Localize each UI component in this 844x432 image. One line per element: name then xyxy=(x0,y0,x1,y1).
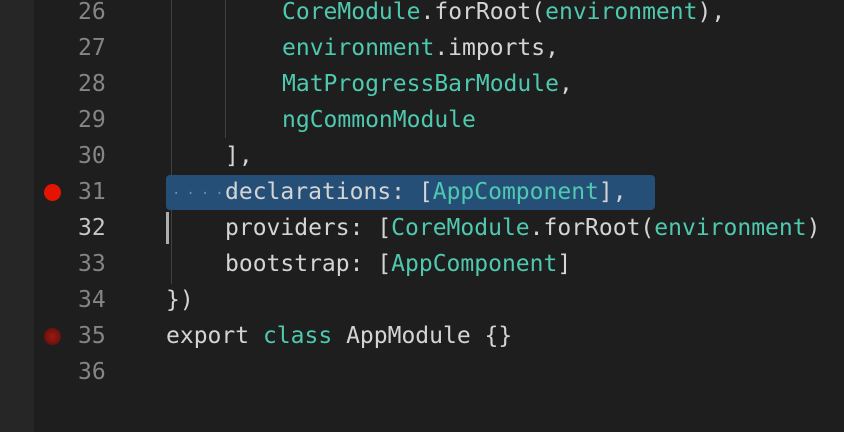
code-token: ], xyxy=(225,143,253,169)
code-text[interactable]: }) xyxy=(166,282,194,318)
code-line-28[interactable]: 28 MatProgressBarModule, xyxy=(0,66,844,102)
code-token: ) xyxy=(806,215,821,241)
code-token: providers xyxy=(225,215,350,241)
code-line-35[interactable]: 35 export class AppModule {} xyxy=(0,318,844,354)
code-token: ], xyxy=(598,179,627,205)
line-number: 36 xyxy=(78,359,106,385)
code-token: ngCommonModule xyxy=(282,107,476,133)
line-number: 26 xyxy=(78,0,106,25)
code-token: export xyxy=(166,323,250,349)
code-line-26[interactable]: 26 CoreModule.forRoot(environment), xyxy=(0,0,844,30)
code-token: environment xyxy=(654,215,807,241)
code-token: ( xyxy=(531,0,546,25)
code-token: AppModule xyxy=(346,323,471,349)
code-token: class xyxy=(262,323,333,349)
code-line-29[interactable]: 29 ngCommonModule xyxy=(0,102,844,138)
line-number: 34 xyxy=(78,287,106,313)
code-token: : [ xyxy=(349,251,392,277)
code-text[interactable]: providers: [CoreModule.forRoot(environme… xyxy=(225,210,820,246)
code-text[interactable]: MatProgressBarModule, xyxy=(282,66,573,102)
breakpoint-icon[interactable] xyxy=(44,328,61,345)
code-token: , xyxy=(558,71,573,97)
code-line-31[interactable]: 31 declarations: [AppComponent], xyxy=(0,174,844,210)
code-line-36[interactable]: 36 xyxy=(0,354,844,390)
code-token: AppComponent xyxy=(391,251,558,277)
code-token: ] xyxy=(557,251,572,277)
code-token: .imports, xyxy=(434,35,559,61)
code-token: CoreModule xyxy=(282,0,421,25)
code-text[interactable]: ], xyxy=(225,138,253,174)
code-line-30[interactable]: 30], xyxy=(0,138,844,174)
code-token: forRoot xyxy=(434,0,532,25)
line-number: 33 xyxy=(78,251,106,277)
code-line-27[interactable]: 27 environment.imports, xyxy=(0,30,844,66)
code-token: CoreModule xyxy=(391,215,530,241)
code-editor[interactable]: ······ 26 CoreModule.forRoot(environment)… xyxy=(0,0,844,432)
code-token: AppComponent xyxy=(432,179,599,205)
code-token: environment xyxy=(282,35,435,61)
line-number: 31 xyxy=(78,179,106,205)
code-line-32[interactable]: 32 providers: [CoreModule.forRoot(environ… xyxy=(0,210,844,246)
code-line-33[interactable]: 33 bootstrap: [AppComponent] xyxy=(0,246,844,282)
line-number: 32 xyxy=(78,215,106,241)
line-number: 27 xyxy=(78,35,106,61)
code-text[interactable]: bootstrap: [AppComponent] xyxy=(225,246,571,282)
line-number: 30 xyxy=(78,143,106,169)
code-line-34[interactable]: 34}) xyxy=(0,282,844,318)
code-text[interactable]: declarations: [AppComponent], xyxy=(225,174,627,210)
code-token: : [ xyxy=(349,215,392,241)
code-token: . xyxy=(420,0,435,25)
code-token: : [ xyxy=(391,179,433,205)
code-text[interactable]: environment.imports, xyxy=(282,30,559,66)
code-token: declarations xyxy=(225,179,392,205)
code-token: .forRoot( xyxy=(529,215,655,241)
code-text[interactable]: export class AppModule {} xyxy=(166,318,512,354)
line-number: 29 xyxy=(78,107,106,133)
breakpoint-icon[interactable] xyxy=(44,184,61,201)
code-text[interactable]: CoreModule.forRoot(environment), xyxy=(282,0,725,30)
line-number: 28 xyxy=(78,71,106,97)
code-token: ), xyxy=(697,0,726,25)
code-token: {} xyxy=(470,323,513,349)
line-number: 35 xyxy=(78,323,106,349)
code-token: bootstrap xyxy=(225,251,350,277)
code-token: }) xyxy=(166,287,194,313)
code-token: environment xyxy=(545,0,698,25)
code-text[interactable]: ngCommonModule xyxy=(282,102,476,138)
code-token: MatProgressBarModule xyxy=(282,71,559,97)
